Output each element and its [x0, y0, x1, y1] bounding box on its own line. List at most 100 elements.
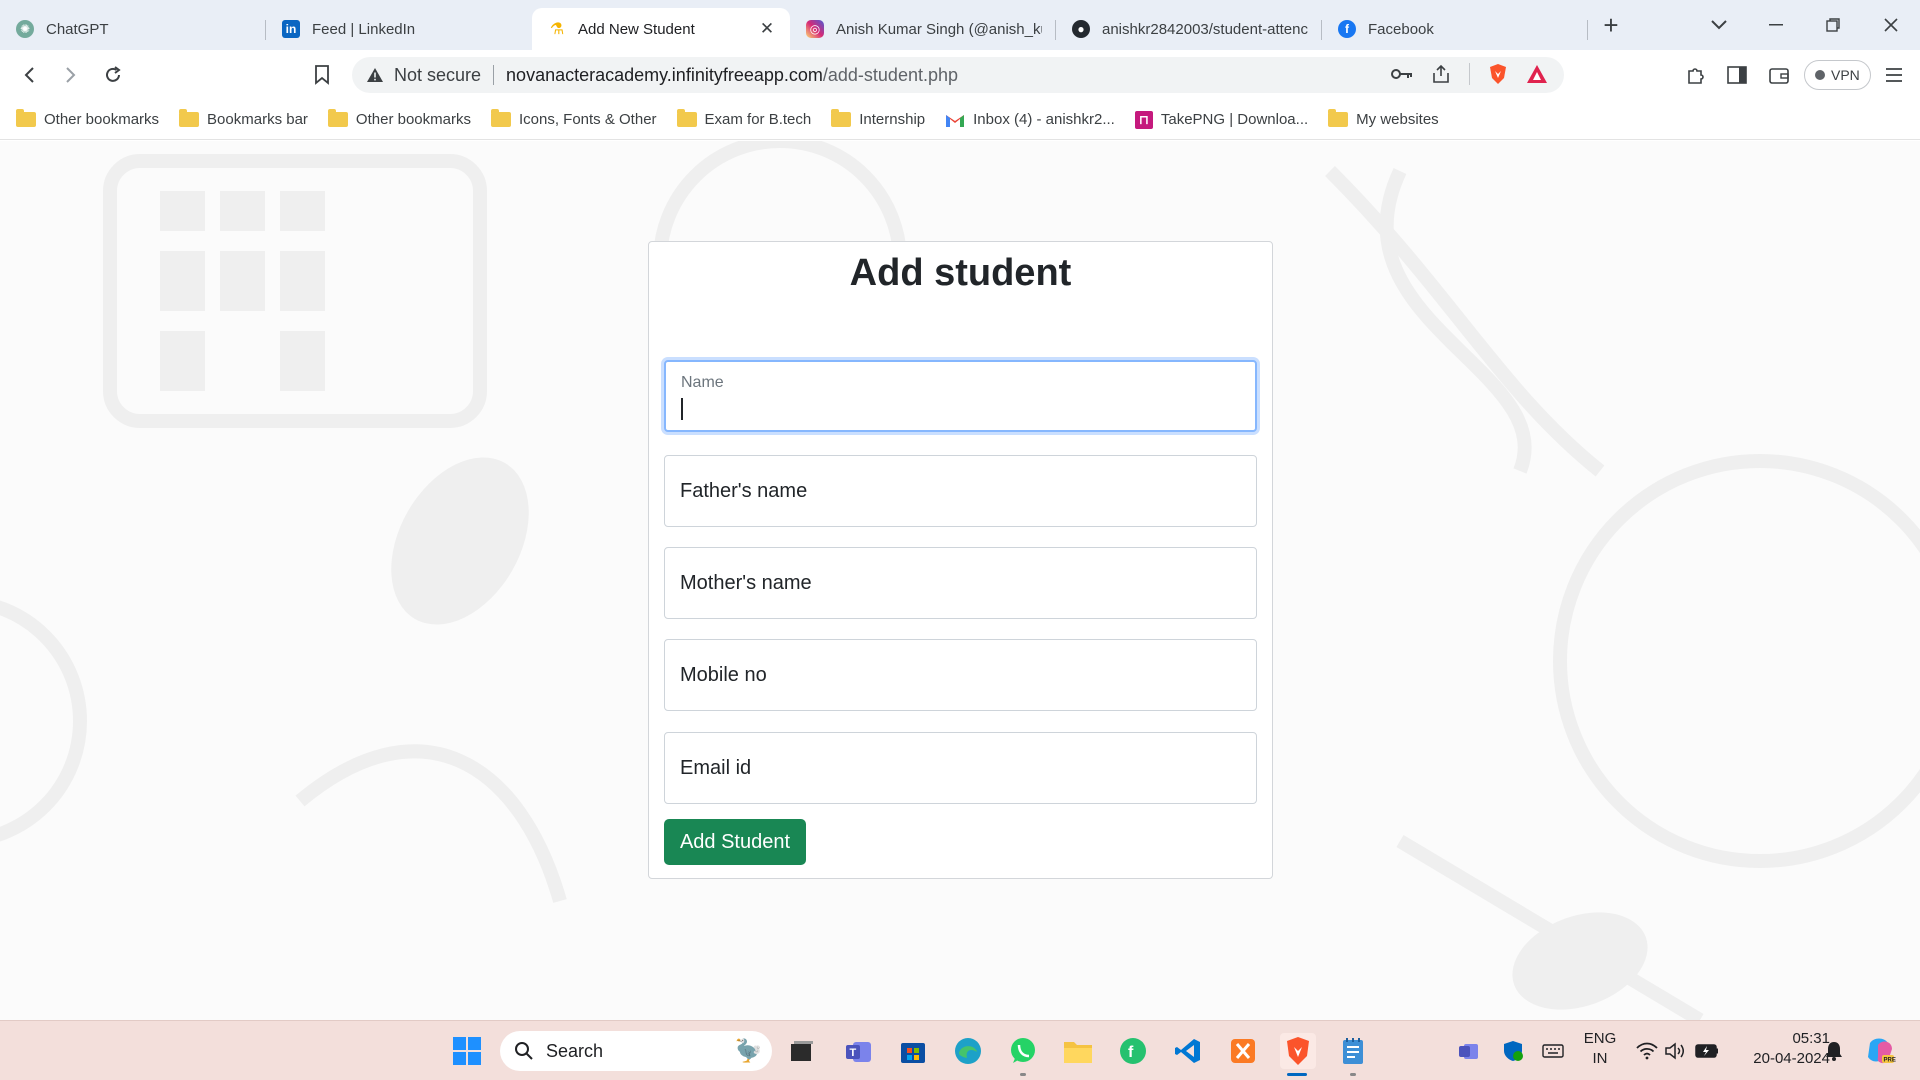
store-app[interactable] — [895, 1033, 931, 1069]
windows-logo-icon — [453, 1037, 481, 1065]
file-explorer-app[interactable] — [1060, 1033, 1096, 1069]
vpn-pill: VPN — [1804, 60, 1871, 90]
bookmark-label: Exam for B.tech — [704, 111, 812, 128]
folder-icon — [676, 109, 697, 127]
bookmark-my-websites[interactable]: My websites — [1328, 109, 1439, 128]
tab-strip: ✺ ChatGPT in Feed | LinkedIn ⚗ Add New S… — [0, 0, 1920, 50]
microsoft-store-icon — [901, 1043, 925, 1063]
system-clock[interactable]: 05:31 20-04-2024 — [1730, 1029, 1830, 1069]
region-code: IN — [1592, 1050, 1608, 1067]
tray-battery[interactable] — [1692, 1033, 1722, 1069]
bookmark-takepng[interactable]: ⊓ TakePNG | Downloa... — [1134, 110, 1308, 129]
bookmark-button[interactable] — [306, 59, 338, 91]
bookmark-internship[interactable]: Internship — [831, 109, 926, 128]
bookmark-gmail-inbox[interactable]: Inbox (4) - anishkr2... — [945, 111, 1115, 128]
bookmark-exam-btech[interactable]: Exam for B.tech — [676, 109, 812, 128]
tab-title: Feed | LinkedIn — [312, 20, 416, 38]
sidebar-icon — [1727, 66, 1747, 84]
name-field[interactable]: Name — [664, 360, 1257, 432]
fathers-name-field[interactable]: Father's name — [664, 455, 1257, 527]
tray-keyboard[interactable] — [1540, 1033, 1566, 1069]
wifi-icon — [1636, 1042, 1658, 1060]
tab-instagram[interactable]: ◎ Anish Kumar Singh (@anish_ku — [790, 8, 1056, 50]
vscode-app[interactable] — [1170, 1033, 1206, 1069]
bookmark-other-bookmarks-2[interactable]: Other bookmarks — [327, 109, 471, 128]
close-tab-icon[interactable]: ✕ — [758, 20, 776, 38]
vpn-status-icon — [1815, 70, 1825, 80]
url-path: /add-student.php — [822, 64, 958, 85]
email-id-field[interactable]: Email id — [664, 732, 1257, 804]
svg-text:PRE: PRE — [1884, 1058, 1896, 1064]
close-window-button[interactable] — [1875, 10, 1907, 40]
vpn-button[interactable]: VPN — [1804, 59, 1871, 91]
clock-date: 20-04-2024 — [1753, 1050, 1830, 1067]
tab-title: Anish Kumar Singh (@anish_ku — [836, 20, 1042, 38]
tray-volume[interactable] — [1662, 1033, 1688, 1069]
copilot-button[interactable]: PRE — [1862, 1033, 1898, 1069]
share-icon[interactable] — [1431, 64, 1451, 84]
mobile-no-field[interactable]: Mobile no — [664, 639, 1257, 711]
address-actions — [1391, 63, 1548, 85]
tab-linkedin[interactable]: in Feed | LinkedIn — [266, 8, 532, 50]
edge-app[interactable] — [950, 1033, 986, 1069]
language-code: ENG — [1583, 1030, 1617, 1047]
wallet-button[interactable] — [1763, 59, 1795, 91]
restore-button[interactable] — [1817, 10, 1849, 40]
reload-button[interactable] — [97, 59, 129, 91]
bookmark-other-bookmarks[interactable]: Other bookmarks — [16, 109, 159, 128]
menu-button[interactable] — [1878, 59, 1910, 91]
tray-teams[interactable] — [1456, 1033, 1482, 1069]
tab-facebook[interactable]: f Facebook — [1322, 8, 1588, 50]
bookmark-label: Internship — [859, 111, 926, 128]
teams-app[interactable]: T — [841, 1033, 877, 1069]
notepad-app[interactable] — [1335, 1033, 1371, 1069]
new-tab-button[interactable]: + — [1595, 10, 1627, 40]
bookmark-bookmarks-bar[interactable]: Bookmarks bar — [179, 109, 308, 128]
puzzle-icon — [1688, 68, 1704, 84]
battery-charging-icon — [1695, 1044, 1718, 1058]
tab-chatgpt[interactable]: ✺ ChatGPT — [0, 8, 266, 50]
bookmark-icons-fonts[interactable]: Icons, Fonts & Other — [490, 109, 657, 128]
freshdesk-app[interactable]: f — [1115, 1033, 1151, 1069]
whatsapp-app[interactable] — [1005, 1033, 1041, 1069]
windows-taskbar: Search 🦤 T f ENG IN 05:31 20-04-2024 PRE — [0, 1020, 1920, 1080]
add-student-button[interactable]: Add Student — [664, 819, 806, 865]
tab-add-new-student[interactable]: ⚗ Add New Student ✕ — [532, 8, 790, 50]
forward-button[interactable] — [54, 59, 86, 91]
extensions-button[interactable] — [1680, 59, 1712, 91]
svg-text:T: T — [850, 1047, 857, 1059]
fathers-name-placeholder: Father's name — [680, 479, 808, 502]
xampp-app[interactable] — [1225, 1033, 1261, 1069]
input-language[interactable]: ENG IN — [1580, 1029, 1620, 1069]
start-button[interactable] — [449, 1033, 485, 1069]
gmail-icon — [946, 114, 965, 127]
brave-shields-icon[interactable] — [1488, 63, 1508, 85]
tab-title: Add New Student — [578, 20, 695, 38]
folder-icon — [1064, 1042, 1092, 1063]
tab-title: Facebook — [1368, 20, 1434, 38]
minimize-button[interactable] — [1760, 10, 1792, 40]
security-status[interactable]: Not secure — [394, 65, 481, 86]
bookmark-label: Icons, Fonts & Other — [518, 111, 657, 128]
mothers-name-field[interactable]: Mother's name — [664, 547, 1257, 619]
back-button[interactable] — [14, 59, 46, 91]
bookmark-label: My websites — [1356, 111, 1439, 128]
notifications-button[interactable] — [1818, 1033, 1850, 1069]
brave-app[interactable] — [1280, 1033, 1316, 1069]
key-icon[interactable] — [1391, 67, 1413, 81]
bell-icon — [1826, 1042, 1842, 1061]
address-bar[interactable]: Not secure novanacteracademy.infinityfre… — [352, 57, 1564, 93]
shield-icon — [1504, 1041, 1523, 1061]
address-divider — [493, 65, 495, 85]
tray-wifi[interactable] — [1634, 1033, 1660, 1069]
tab-search-button[interactable] — [1703, 10, 1735, 40]
tray-defender[interactable] — [1500, 1033, 1526, 1069]
close-icon — [1884, 18, 1898, 32]
facebook-icon: f — [1338, 20, 1356, 38]
copilot-icon: PRE — [1868, 1038, 1896, 1064]
task-view-button[interactable] — [784, 1033, 820, 1069]
tab-github[interactable]: ● anishkr2842003/student-attenc — [1056, 8, 1322, 50]
sidebar-button[interactable] — [1721, 59, 1753, 91]
brave-rewards-icon[interactable] — [1526, 64, 1548, 84]
taskbar-search[interactable]: Search 🦤 — [500, 1031, 772, 1071]
